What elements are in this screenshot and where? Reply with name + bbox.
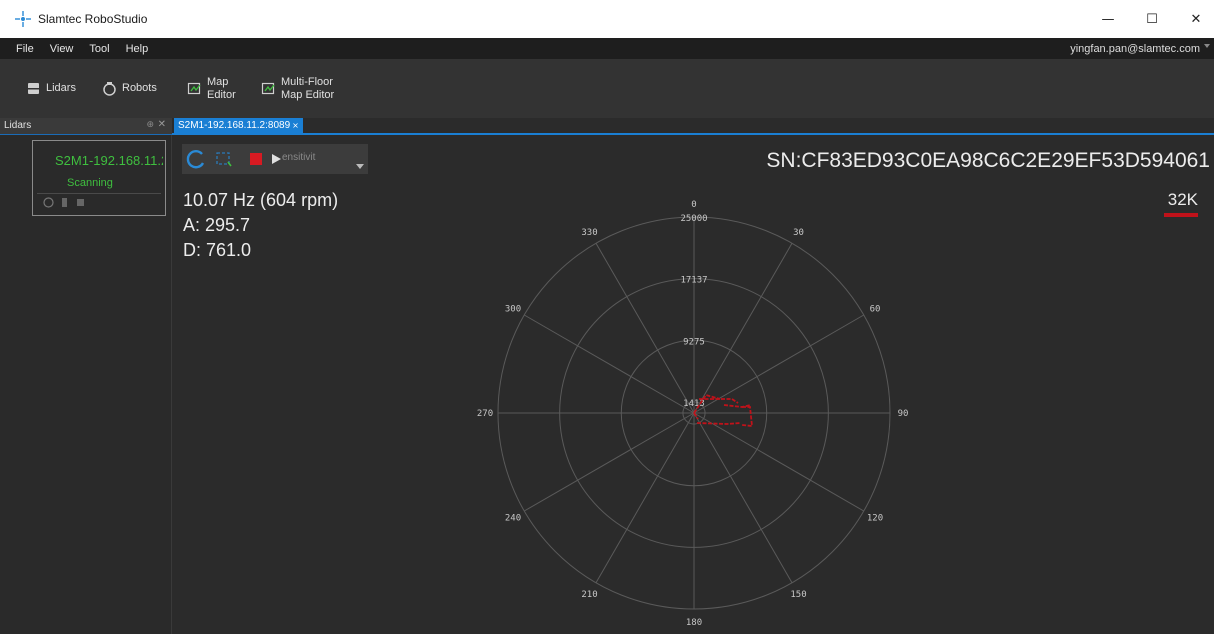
angle-tick-label: 150: [790, 590, 806, 600]
panel-title: Lidars: [4, 120, 32, 131]
multi-floor-label-line2: Map Editor: [281, 88, 335, 101]
angle-tick-label: 30: [793, 228, 804, 238]
info-icon[interactable]: [75, 197, 86, 208]
lidar-device-card[interactable]: S2M1-192.168.11.2:8089 Scanning: [32, 140, 166, 216]
multi-floor-map-editor-button[interactable]: Multi-Floor Map Editor: [261, 59, 334, 118]
pin-icon[interactable]: ⊕: [146, 120, 154, 130]
angle-tick-label: 120: [867, 514, 883, 524]
angle-tick-label: 240: [505, 514, 521, 524]
sample-rate-indicator: [1164, 213, 1198, 217]
serial-number: SN:CF83ED93C0EA98C6C2E29EF53D594061: [766, 149, 1210, 172]
stop-icon: [250, 153, 262, 165]
card-divider: [37, 193, 161, 194]
chevron-down-icon[interactable]: [356, 164, 364, 169]
sensitivity-select[interactable]: ensitivit: [282, 152, 315, 163]
robot-icon: [103, 82, 116, 96]
angle-spoke: [693, 243, 793, 414]
play-icon: [272, 154, 281, 164]
map-editor-icon: [187, 82, 201, 95]
panel-header: Lidars ⊕ ✕: [0, 118, 172, 135]
frequency-readout: 10.07 Hz (604 rpm): [183, 190, 339, 210]
window-title: Slamtec RoboStudio: [38, 12, 148, 26]
scan-point-trace: [741, 406, 754, 428]
angle-tick-label: 0: [691, 200, 696, 210]
sample-rate: 32K: [1167, 190, 1198, 209]
control-bar: ensitivit: [182, 144, 368, 174]
menu-help[interactable]: Help: [118, 43, 157, 55]
angle-spoke: [524, 412, 695, 512]
angle-tick-label: 180: [686, 618, 702, 628]
radial-tick-label: 25000: [680, 214, 707, 224]
tab-lidar-device[interactable]: S2M1-192.168.11.2:8089 ×: [174, 118, 303, 133]
scan-point-trace: [699, 398, 739, 404]
distance-readout: D: 761.0: [183, 240, 252, 260]
multi-floor-map-icon: [261, 82, 275, 95]
toolbar: Lidars Robots Map Editor Multi-Floor Map E…: [0, 59, 1214, 118]
lidar-device-icon: [28, 83, 39, 94]
angle-spoke: [595, 243, 695, 414]
multi-floor-label: Multi-Floor Map Editor: [281, 76, 334, 102]
angle-spoke: [693, 412, 793, 583]
maximize-button[interactable]: ☐: [1130, 0, 1174, 38]
angle-tick-label: 60: [870, 305, 881, 315]
multi-floor-label-line1: Multi-Floor: [281, 75, 333, 88]
panel-close-icon[interactable]: ✕: [158, 119, 166, 130]
menu-bar: File View Tool Help yingfan.pan@slamtec.…: [0, 38, 1214, 59]
user-dropdown-icon[interactable]: [1204, 44, 1210, 48]
radial-tick-label: 17137: [680, 276, 707, 286]
refresh-button[interactable]: [184, 144, 208, 174]
lidars-label: Lidars: [46, 82, 76, 94]
angle-tick-label: 210: [581, 590, 597, 600]
device-status: Scanning: [67, 177, 113, 189]
motor-icon[interactable]: [43, 197, 54, 208]
tab-label: S2M1-192.168.11.2:8089: [178, 120, 291, 131]
lidars-button[interactable]: Lidars: [26, 59, 76, 118]
minimize-button[interactable]: —: [1086, 0, 1130, 38]
angle-readout: A: 295.7: [183, 215, 251, 235]
capture-icon: [216, 152, 232, 167]
close-window-button[interactable]: ✕: [1174, 0, 1214, 38]
robostudio-logo-icon: [15, 11, 31, 27]
robots-label: Robots: [122, 82, 157, 94]
angle-spoke: [524, 314, 695, 414]
capture-button[interactable]: [212, 144, 236, 174]
scan-point-trace: [696, 422, 741, 425]
angle-tick-label: 90: [898, 409, 909, 419]
angle-spoke: [693, 412, 864, 512]
device-name: S2M1-192.168.11.2:8089: [55, 153, 163, 168]
map-editor-label-line2: Editor: [207, 88, 236, 101]
lidars-panel: Lidars ⊕ ✕ S2M1-192.168.11.2:8089 Scanni…: [0, 118, 172, 634]
menu-file[interactable]: File: [8, 43, 42, 55]
angle-tick-label: 270: [477, 409, 493, 419]
angle-spoke: [595, 412, 695, 583]
scan-stats: 10.07 Hz (604 rpm) A: 295.7 D: 761.0: [183, 188, 338, 263]
lidar-view: 0 30 60 90 120 150 180 210 240 270 300 330 1413 9275 1…: [172, 137, 1214, 634]
map-editor-label-line1: Map: [207, 75, 229, 88]
menu-view[interactable]: View: [42, 43, 82, 55]
angle-tick-label: 300: [505, 305, 521, 315]
radial-tick-label: 9275: [683, 337, 705, 347]
robots-button[interactable]: Robots: [102, 59, 157, 118]
settings-icon[interactable]: [59, 197, 70, 208]
document-tabs: S2M1-192.168.11.2:8089 ×: [172, 118, 1214, 135]
map-editor-label: Map Editor: [207, 76, 236, 102]
title-bar: Slamtec RoboStudio — ☐ ✕: [0, 0, 1214, 38]
map-editor-button[interactable]: Map Editor: [187, 59, 236, 118]
refresh-icon: [186, 150, 205, 169]
menu-tool[interactable]: Tool: [81, 43, 117, 55]
scan-point-trace: [723, 404, 752, 408]
angle-tick-label: 330: [581, 228, 597, 238]
tab-close-icon[interactable]: ×: [292, 121, 299, 130]
user-account[interactable]: yingfan.pan@slamtec.com: [1070, 43, 1200, 55]
